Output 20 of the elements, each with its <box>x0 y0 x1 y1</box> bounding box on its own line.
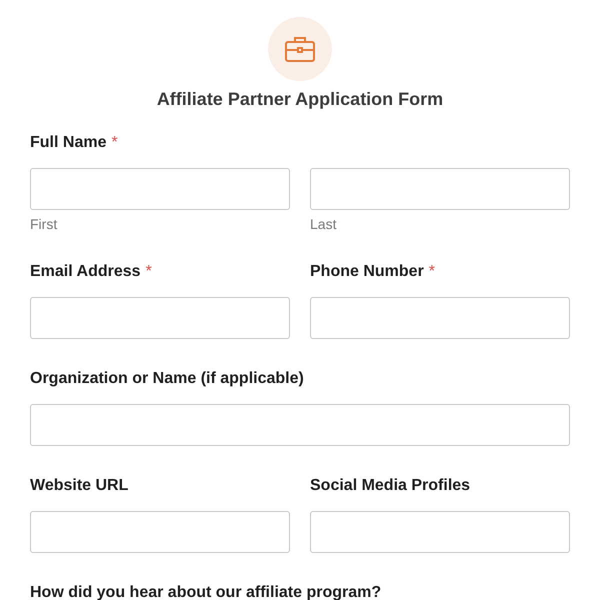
required-mark: * <box>111 133 118 153</box>
required-mark: * <box>428 262 436 282</box>
briefcase-icon <box>284 35 316 63</box>
field-label: Social Media Profiles <box>310 476 470 496</box>
field-label: Phone Number <box>310 262 424 282</box>
input-field[interactable] <box>30 511 290 553</box>
input-field[interactable] <box>310 297 570 339</box>
required-mark: * <box>146 262 152 282</box>
input-field[interactable] <box>310 168 570 210</box>
input-field[interactable] <box>30 168 290 210</box>
field-sublabel: First <box>30 216 58 232</box>
field-label: Organization or Name (if applicable) <box>30 369 304 389</box>
input-field[interactable] <box>310 511 570 553</box>
input-field[interactable] <box>30 404 570 446</box>
field-sublabel: Last <box>310 216 338 232</box>
form-title: Affiliate Partner Application Form <box>156 89 444 109</box>
field-label: Email Address <box>30 262 141 282</box>
field-label: Full Name <box>30 133 106 153</box>
input-field[interactable] <box>30 297 290 339</box>
field-label: Website URL <box>30 476 128 496</box>
